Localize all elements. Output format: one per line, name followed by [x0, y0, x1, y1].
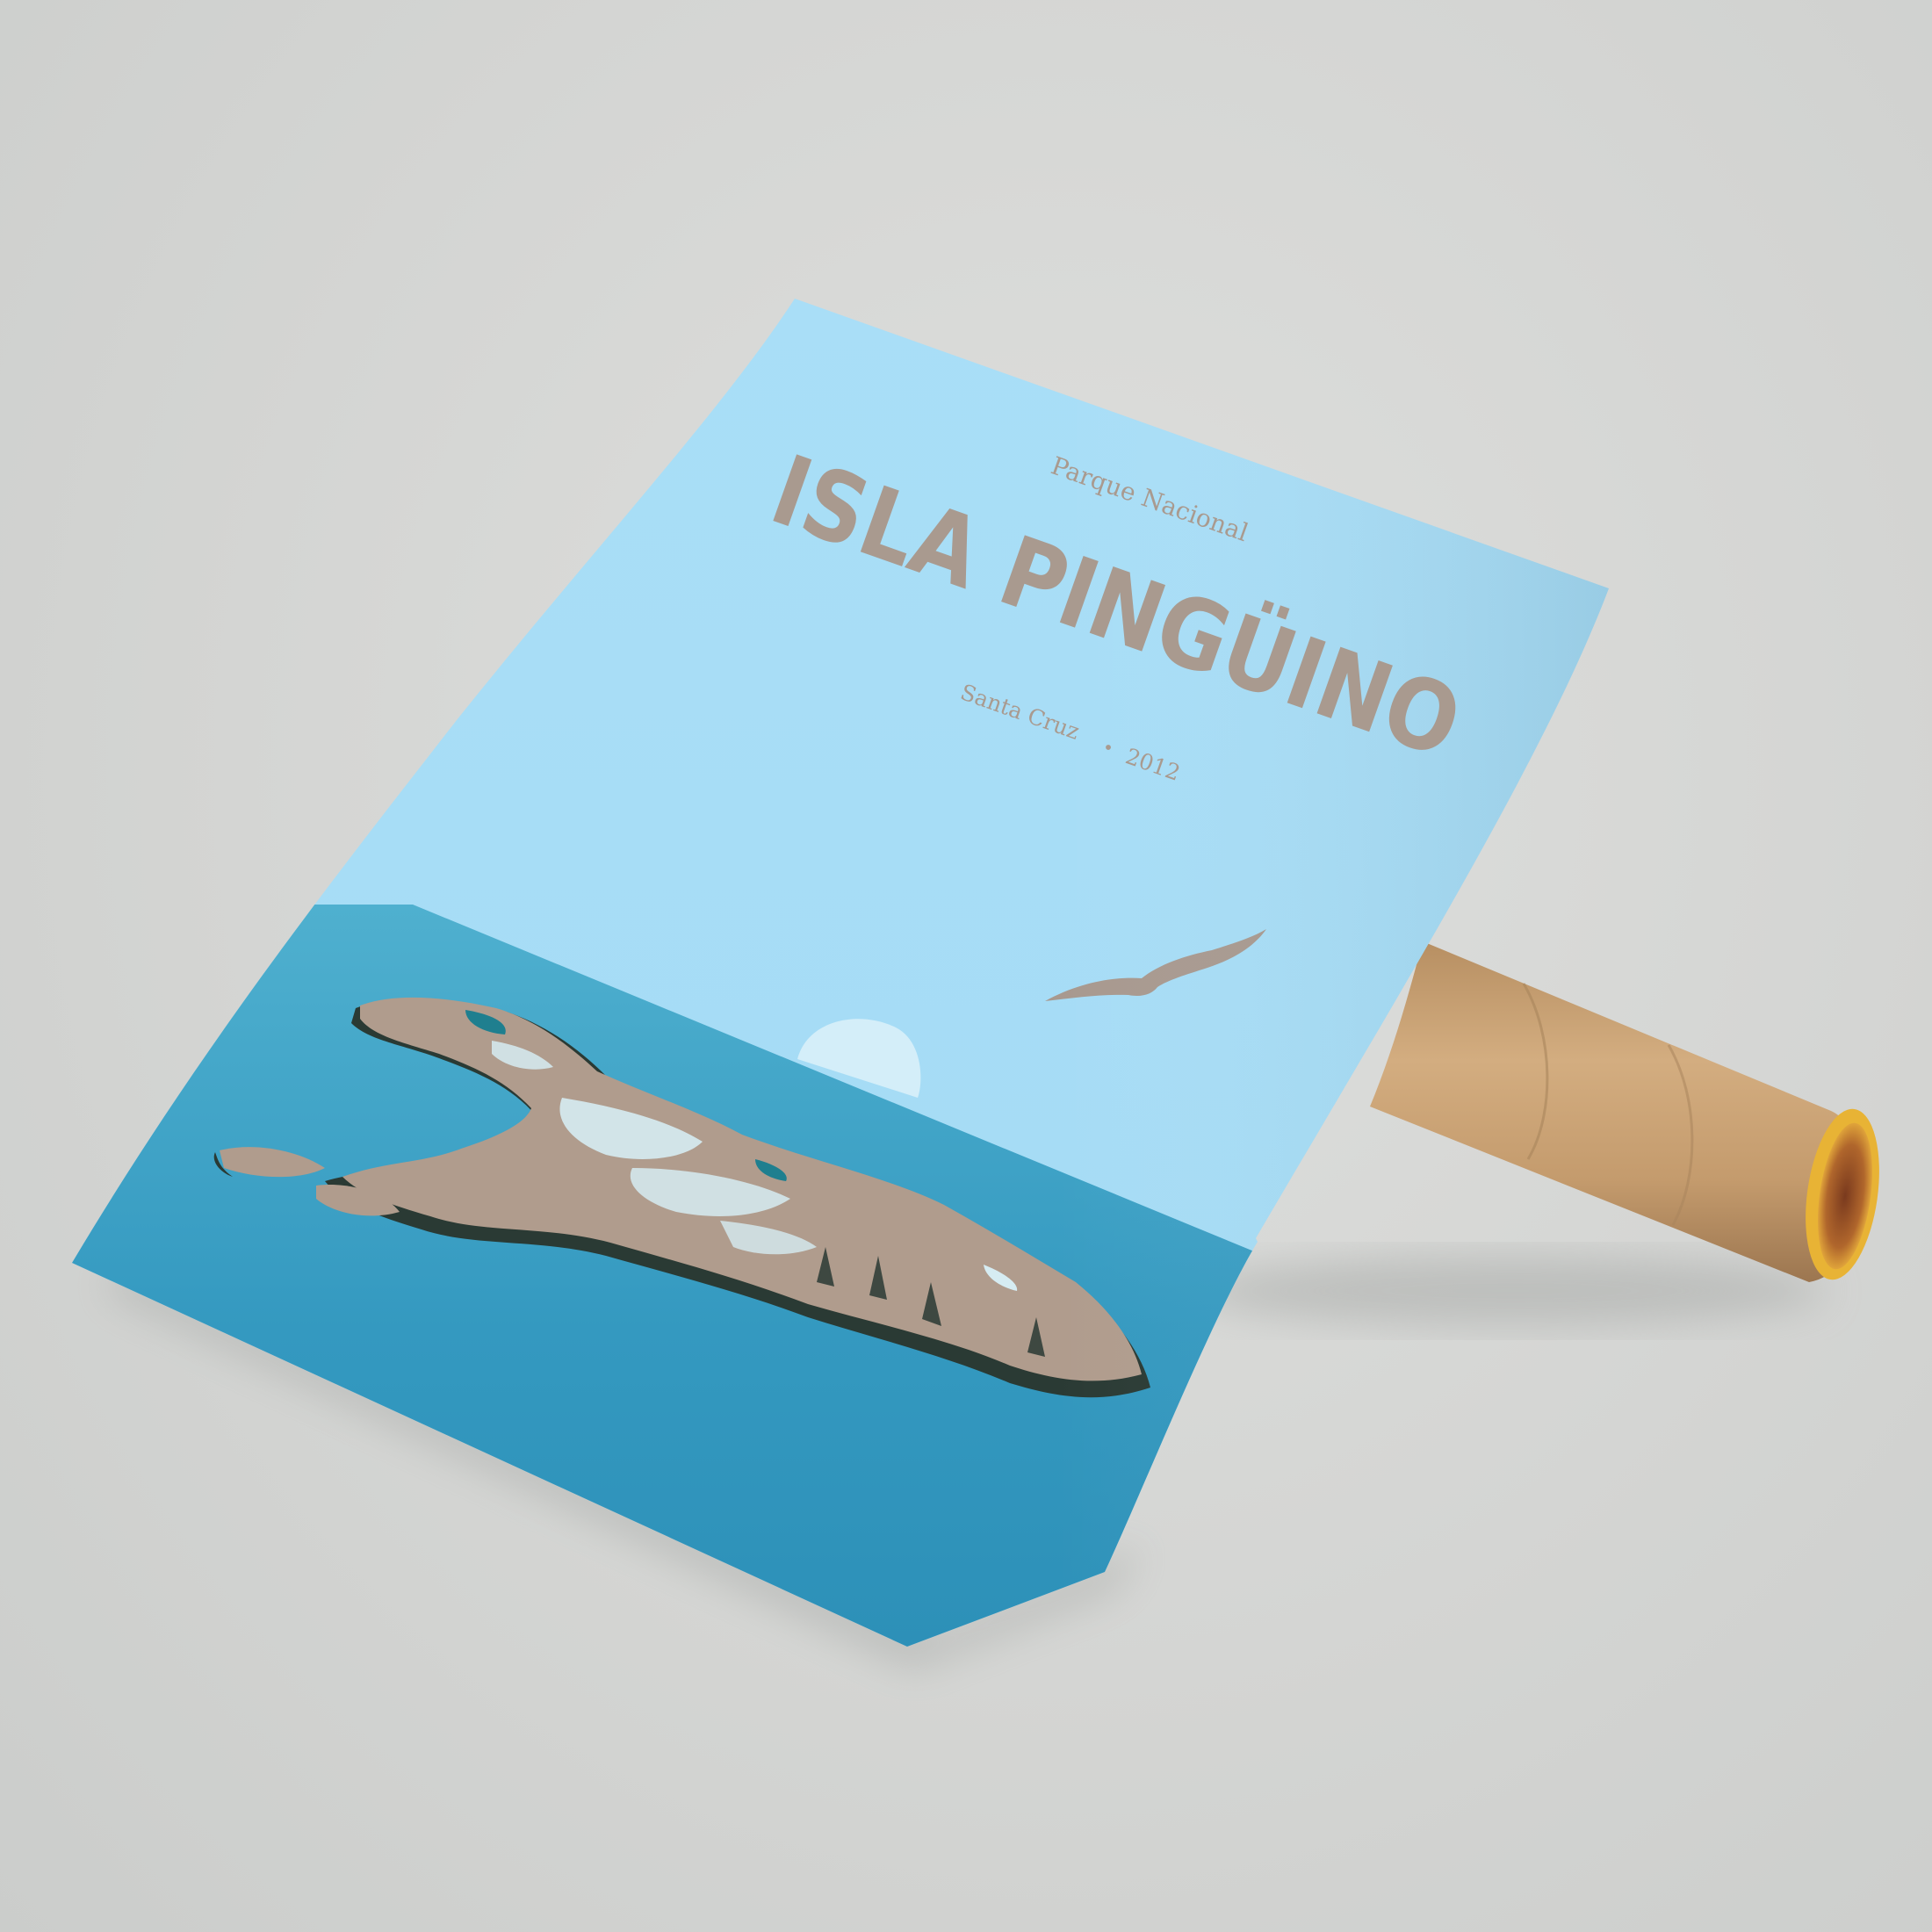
product-mockup-scene: Parque Nacional ISLA PINGÜINO Santa Cruz…: [0, 0, 1932, 1932]
mockup-illustration: Parque Nacional ISLA PINGÜINO Santa Cruz…: [72, 299, 1879, 1669]
cardboard-mailing-tube: [1370, 941, 1879, 1282]
tube-shadow: [1194, 1256, 1827, 1326]
